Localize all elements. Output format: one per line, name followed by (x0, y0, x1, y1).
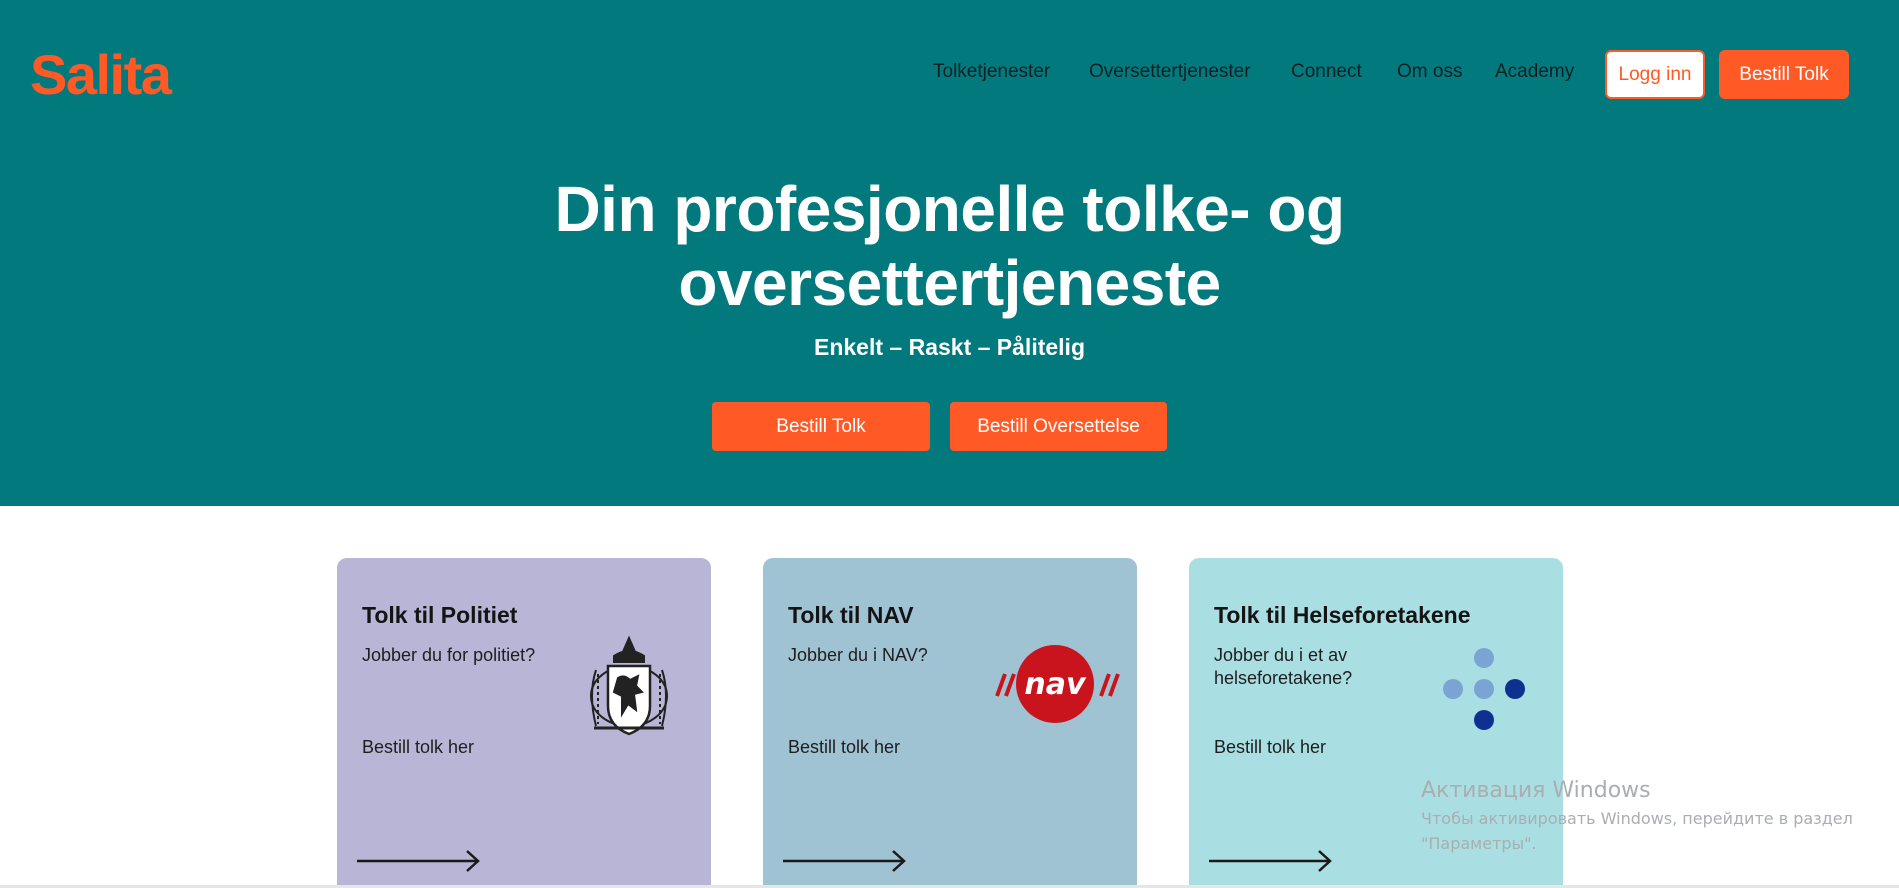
nav-logo-icon: nav (995, 645, 1120, 723)
hero-subtitle: Enkelt – Raskt – Pålitelig (813, 334, 1085, 360)
nav-om-oss[interactable]: Om oss (1397, 60, 1462, 84)
hero-title-line2: oversettertjeneste (678, 247, 1221, 319)
hero-title-line1: Din profesjonelle tolke- og (554, 173, 1345, 245)
nav-academy[interactable]: Academy (1495, 60, 1574, 84)
card-question: Jobber du for politiet? (362, 645, 536, 665)
health-dots-icon (1443, 648, 1525, 730)
arrow-right-icon[interactable] (783, 846, 909, 876)
salita-logo[interactable]: Salita (30, 44, 172, 106)
arrow-right-icon[interactable] (357, 846, 483, 876)
windows-activation-watermark: Активация Windows Чтобы активировать Win… (1421, 776, 1853, 856)
card-police[interactable]: Tolk til Politiet Jobber du for politiet… (337, 558, 711, 888)
nav-connect[interactable]: Connect (1291, 60, 1362, 84)
nav-tolketjenester[interactable]: Tolketjenester (933, 60, 1050, 84)
svg-text:nav: nav (1024, 667, 1087, 702)
hero-title: Din profesjonelle tolke- og oversettertj… (0, 172, 1899, 320)
nav-oversettertjenester[interactable]: Oversettertjenester (1089, 60, 1251, 84)
order-interpreter-button[interactable]: Bestill Tolk (712, 402, 930, 451)
card-order-link[interactable]: Bestill tolk her (788, 736, 900, 759)
card-title: Tolk til Politiet (362, 602, 518, 628)
watermark-line2: "Параметры". (1421, 834, 1537, 853)
watermark-line1: Чтобы активировать Windows, перейдите в … (1421, 809, 1853, 828)
card-order-link[interactable]: Bestill tolk her (362, 736, 474, 759)
header-order-interpreter-button[interactable]: Bestill Tolk (1719, 50, 1849, 99)
card-nav[interactable]: Tolk til NAV Jobber du i NAV? Bestill to… (763, 558, 1137, 888)
card-question: Jobber du i NAV? (788, 645, 928, 665)
card-order-link[interactable]: Bestill tolk her (1214, 736, 1326, 759)
card-title: Tolk til NAV (788, 602, 914, 628)
arrow-right-icon[interactable] (1209, 846, 1335, 876)
login-button[interactable]: Logg inn (1605, 50, 1705, 99)
watermark-title: Активация Windows (1421, 778, 1651, 803)
card-question: Jobber du i et av helseforetakene? (1214, 645, 1353, 688)
police-crest-icon (590, 635, 668, 736)
order-translation-button[interactable]: Bestill Oversettelse (950, 402, 1167, 451)
card-title: Tolk til Helseforetakene (1214, 602, 1471, 628)
